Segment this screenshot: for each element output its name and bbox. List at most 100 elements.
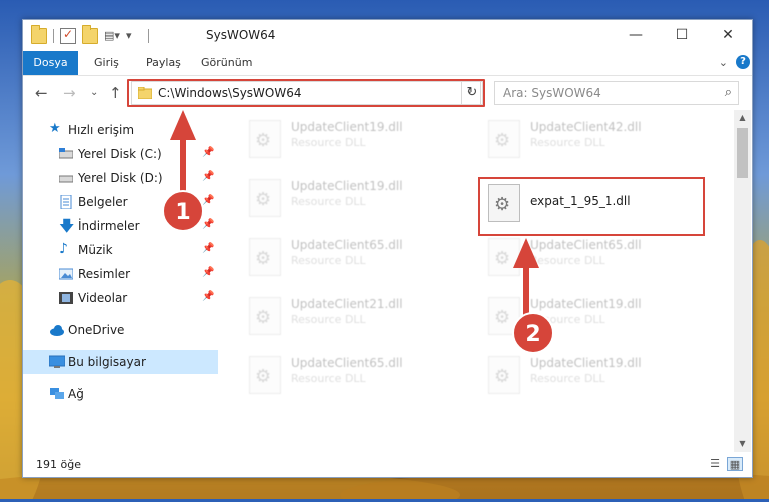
file-type: Resource DLL — [291, 372, 366, 385]
list-item[interactable]: UpdateClient42.dll Resource DLL — [484, 116, 714, 166]
tab-share[interactable]: Paylaş — [146, 51, 181, 75]
quick-access-toolbar: ▤▾ ▾ — [31, 25, 149, 45]
scroll-up-icon[interactable]: ▲ — [734, 110, 751, 126]
dll-file-icon — [249, 356, 281, 394]
dll-file-icon — [249, 179, 281, 217]
nav-item-quick-access[interactable]: ★ Hızlı erişim — [23, 118, 218, 142]
nav-item-onedrive[interactable]: OneDrive — [23, 318, 218, 342]
file-name: UpdateClient65.dll — [291, 356, 403, 370]
nav-item-videos[interactable]: Videolar 📌 — [23, 286, 218, 310]
nav-label: Hızlı erişim — [68, 123, 135, 137]
forward-button[interactable]: → — [63, 84, 76, 102]
dll-file-icon — [488, 120, 520, 158]
drive-icon — [58, 147, 74, 161]
minimize-button[interactable]: — — [613, 20, 659, 51]
large-icons-view-icon[interactable]: ▦ — [727, 457, 743, 471]
help-icon[interactable]: ? — [736, 55, 750, 69]
file-name: UpdateClient19.dll — [530, 356, 642, 370]
file-name: UpdateClient19.dll — [530, 297, 642, 311]
up-button[interactable]: ↑ — [109, 84, 122, 102]
recent-locations-button[interactable]: ⌄ — [90, 87, 98, 98]
network-icon — [49, 387, 64, 401]
list-item[interactable]: UpdateClient65.dll Resource DLL — [245, 234, 475, 284]
nav-label: Müzik — [78, 243, 113, 257]
pin-icon[interactable]: 📌 — [202, 219, 214, 230]
dll-file-icon — [249, 297, 281, 335]
toolbar-separator-2 — [148, 29, 149, 43]
nav-item-network[interactable]: Ağ — [23, 382, 218, 406]
nav-item-documents[interactable]: Belgeler 📌 — [23, 190, 218, 214]
list-item[interactable]: UpdateClient65.dll Resource DLL — [245, 352, 475, 402]
nav-item-this-pc[interactable]: Bu bilgisayar — [23, 350, 218, 374]
search-input[interactable]: Ara: SysWOW64 — [503, 86, 601, 100]
list-item[interactable]: UpdateClient19.dll Resource DLL — [245, 116, 475, 166]
search-icon[interactable]: ⌕ — [725, 85, 732, 100]
file-type: Resource DLL — [291, 313, 366, 326]
music-icon: ♪ — [59, 241, 68, 257]
videos-icon — [59, 291, 73, 305]
list-item[interactable]: UpdateClient19.dll Resource DLL — [484, 293, 714, 343]
file-name: UpdateClient19.dll — [291, 179, 403, 193]
pin-icon[interactable]: 📌 — [202, 243, 214, 254]
nav-item-local-disk-c[interactable]: Yerel Disk (C:) 📌 — [23, 142, 218, 166]
pin-icon[interactable]: 📌 — [202, 195, 214, 206]
pin-icon[interactable]: 📌 — [202, 291, 214, 302]
nav-item-local-disk-d[interactable]: Yerel Disk (D:) 📌 — [23, 166, 218, 190]
file-type: Resource DLL — [530, 313, 605, 326]
file-name: UpdateClient42.dll — [530, 120, 642, 134]
file-name: UpdateClient65.dll — [291, 238, 403, 252]
list-item[interactable]: UpdateClient19.dll Resource DLL — [484, 352, 714, 402]
nav-item-music[interactable]: ♪ Müzik 📌 — [23, 238, 218, 262]
pin-icon[interactable]: 📌 — [202, 171, 214, 182]
vertical-scrollbar[interactable]: ▲ ▼ — [734, 110, 751, 452]
file-highlight-box — [478, 177, 705, 236]
navigation-pane: ★ Hızlı erişim Yerel Disk (C:) 📌 Yerel D… — [23, 110, 218, 452]
nav-label: Videolar — [78, 291, 128, 305]
file-name: UpdateClient19.dll — [291, 120, 403, 134]
nav-label: İndirmeler — [78, 219, 140, 233]
nav-label: Bu bilgisayar — [68, 355, 146, 369]
file-name: UpdateClient65.dll — [530, 238, 642, 252]
list-item[interactable]: UpdateClient65.dll Resource DLL — [484, 234, 714, 284]
cloud-icon — [49, 323, 64, 337]
properties-icon[interactable] — [60, 27, 76, 44]
file-type: Resource DLL — [530, 136, 605, 149]
nav-label: OneDrive — [68, 323, 125, 337]
dll-file-icon — [249, 120, 281, 158]
scroll-thumb[interactable] — [737, 128, 748, 178]
dll-file-icon — [488, 356, 520, 394]
tab-home[interactable]: Giriş — [94, 51, 119, 75]
tab-view[interactable]: Görünüm — [201, 51, 252, 75]
toolbar-dropdown-icon[interactable]: ▾ — [126, 28, 142, 44]
scroll-down-icon[interactable]: ▼ — [734, 436, 751, 452]
maximize-button[interactable]: ☐ — [659, 20, 705, 51]
search-box[interactable]: Ara: SysWOW64 ⌕ — [494, 81, 739, 105]
customize-toolbar-icon[interactable]: ▤▾ — [104, 28, 120, 44]
details-view-icon[interactable]: ☰ — [707, 457, 723, 471]
nav-label: Yerel Disk (D:) — [78, 171, 163, 185]
expand-ribbon-icon[interactable]: ⌄ — [719, 56, 728, 69]
tab-file[interactable]: Dosya — [23, 51, 78, 75]
item-count: 191 öğe — [36, 458, 81, 471]
list-item[interactable]: UpdateClient21.dll Resource DLL — [245, 293, 475, 343]
nav-label: Yerel Disk (C:) — [78, 147, 162, 161]
file-type: Resource DLL — [530, 372, 605, 385]
file-type: Resource DLL — [530, 254, 605, 267]
dll-file-icon — [488, 297, 520, 335]
back-button[interactable]: ← — [35, 84, 48, 102]
pin-icon[interactable]: 📌 — [202, 267, 214, 278]
file-name: UpdateClient21.dll — [291, 297, 403, 311]
file-type: Resource DLL — [291, 254, 366, 267]
pin-icon[interactable]: 📌 — [202, 147, 214, 158]
toolbar-separator — [53, 29, 54, 43]
star-icon: ★ — [49, 121, 61, 136]
address-row: ← → ⌄ ↑ C:\Windows\SysWOW64 ⌄ ↻ Ara: Sys… — [23, 76, 752, 110]
nav-item-downloads[interactable]: 🡇 İndirmeler 📌 — [23, 214, 218, 238]
close-button[interactable]: ✕ — [705, 20, 751, 51]
list-item[interactable]: UpdateClient19.dll Resource DLL — [245, 175, 475, 225]
drive-icon — [58, 171, 74, 185]
dll-file-icon — [249, 238, 281, 276]
new-folder-icon[interactable] — [82, 25, 98, 44]
nav-item-pictures[interactable]: Resimler 📌 — [23, 262, 218, 286]
title-bar[interactable]: ▤▾ ▾ SysWOW64 — ☐ ✕ — [23, 20, 752, 51]
